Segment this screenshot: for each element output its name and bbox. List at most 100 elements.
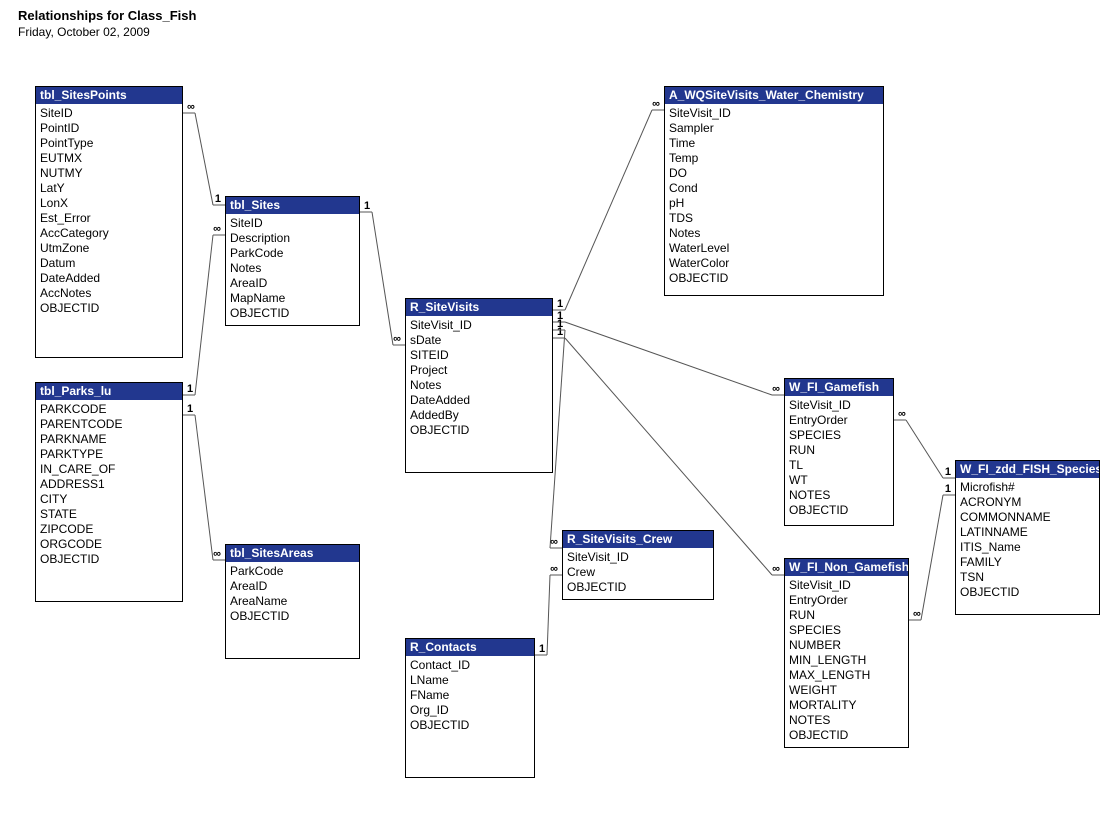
field[interactable]: Datum	[40, 256, 178, 271]
field[interactable]: MAX_LENGTH	[789, 668, 904, 683]
field[interactable]: AccNotes	[40, 286, 178, 301]
field[interactable]: SiteVisit_ID	[789, 578, 904, 593]
field[interactable]: MIN_LENGTH	[789, 653, 904, 668]
field[interactable]: PARKCODE	[40, 402, 178, 417]
field[interactable]: OBJECTID	[669, 271, 879, 286]
field[interactable]: WT	[789, 473, 889, 488]
entity-header[interactable]: R_SiteVisits	[406, 299, 552, 316]
field[interactable]: Contact_ID	[410, 658, 530, 673]
field[interactable]: IN_CARE_OF	[40, 462, 178, 477]
field[interactable]: DateAdded	[40, 271, 178, 286]
field[interactable]: SiteVisit_ID	[789, 398, 889, 413]
field[interactable]: AccCategory	[40, 226, 178, 241]
entity-W_FI_Non_Gamefish[interactable]: W_FI_Non_GamefishSiteVisit_IDEntryOrderR…	[784, 558, 909, 748]
entity-header[interactable]: tbl_SitesAreas	[226, 545, 359, 562]
field[interactable]: SITEID	[410, 348, 548, 363]
field[interactable]: COMMONNAME	[960, 510, 1095, 525]
field[interactable]: DateAdded	[410, 393, 548, 408]
field[interactable]: Sampler	[669, 121, 879, 136]
field[interactable]: OBJECTID	[410, 718, 530, 733]
field[interactable]: AreaID	[230, 276, 355, 291]
field[interactable]: SiteVisit_ID	[669, 106, 879, 121]
field[interactable]: RUN	[789, 443, 889, 458]
field[interactable]: OBJECTID	[410, 423, 548, 438]
field[interactable]: DO	[669, 166, 879, 181]
entity-R_SiteVisits_Crew[interactable]: R_SiteVisits_Crew SiteVisit_IDCrewOBJECTI…	[562, 530, 714, 600]
entity-tbl_Sites[interactable]: tbl_SitesSiteIDDescriptionParkCodeNotesA…	[225, 196, 360, 326]
field[interactable]: FName	[410, 688, 530, 703]
field[interactable]: ZIPCODE	[40, 522, 178, 537]
field[interactable]: SPECIES	[789, 428, 889, 443]
field[interactable]: sDate	[410, 333, 548, 348]
entity-tbl_SitesAreas[interactable]: tbl_SitesAreasParkCodeAreaIDAreaNameOBJE…	[225, 544, 360, 659]
field[interactable]: ACRONYM	[960, 495, 1095, 510]
field[interactable]: WaterColor	[669, 256, 879, 271]
field[interactable]: FAMILY	[960, 555, 1095, 570]
field[interactable]: ORGCODE	[40, 537, 178, 552]
field[interactable]: PointID	[40, 121, 178, 136]
field[interactable]: SPECIES	[789, 623, 904, 638]
entity-tbl_SitesPoints[interactable]: tbl_SitesPoints SiteIDPointIDPointTypeEUT…	[35, 86, 183, 358]
field[interactable]: MapName	[230, 291, 355, 306]
field[interactable]: EntryOrder	[789, 413, 889, 428]
field[interactable]: RUN	[789, 608, 904, 623]
field[interactable]: OBJECTID	[567, 580, 709, 595]
field[interactable]: Crew	[567, 565, 709, 580]
entity-header[interactable]: tbl_SitesPoints	[36, 87, 182, 104]
field[interactable]: OBJECTID	[789, 503, 889, 518]
field[interactable]: TL	[789, 458, 889, 473]
field[interactable]: ADDRESS1	[40, 477, 178, 492]
field[interactable]: PointType	[40, 136, 178, 151]
field[interactable]: OBJECTID	[960, 585, 1095, 600]
field[interactable]: PARKNAME	[40, 432, 178, 447]
field[interactable]: TDS	[669, 211, 879, 226]
field[interactable]: SiteVisit_ID	[410, 318, 548, 333]
field[interactable]: OBJECTID	[230, 306, 355, 321]
field[interactable]: Microfish#	[960, 480, 1095, 495]
field[interactable]: Notes	[410, 378, 548, 393]
entity-W_FI_Gamefish[interactable]: W_FI_Gamefish SiteVisit_IDEntryOrderSPECI…	[784, 378, 894, 526]
field[interactable]: AreaID	[230, 579, 355, 594]
field[interactable]: OBJECTID	[789, 728, 904, 743]
entity-header[interactable]: R_SiteVisits_Crew	[563, 531, 713, 548]
field[interactable]: SiteID	[230, 216, 355, 231]
entity-tbl_Parks_lu[interactable]: tbl_Parks_lu PARKCODEPARENTCODEPARKNAMEPA…	[35, 382, 183, 602]
entity-R_SiteVisits[interactable]: R_SiteVisitsSiteVisit_IDsDateSITEIDProje…	[405, 298, 553, 473]
field[interactable]: pH	[669, 196, 879, 211]
field[interactable]: UtmZone	[40, 241, 178, 256]
field[interactable]: TSN	[960, 570, 1095, 585]
entity-header[interactable]: W_FI_Non_Gamefish	[785, 559, 908, 576]
entity-W_FI_zdd_FISH_Species[interactable]: W_FI_zdd_FISH_Species Microfish#ACRONYMCO…	[955, 460, 1100, 615]
field[interactable]: LonX	[40, 196, 178, 211]
entity-header[interactable]: W_FI_Gamefish	[785, 379, 893, 396]
field[interactable]: OBJECTID	[40, 552, 178, 567]
field[interactable]: Description	[230, 231, 355, 246]
entity-header[interactable]: tbl_Sites	[226, 197, 359, 214]
field[interactable]: LatY	[40, 181, 178, 196]
field[interactable]: PARENTCODE	[40, 417, 178, 432]
entity-header[interactable]: A_WQSiteVisits_Water_Chemistry	[665, 87, 883, 104]
entity-header[interactable]: R_Contacts	[406, 639, 534, 656]
field[interactable]: AreaName	[230, 594, 355, 609]
field[interactable]: SiteVisit_ID	[567, 550, 709, 565]
field[interactable]: Notes	[669, 226, 879, 241]
field[interactable]: STATE	[40, 507, 178, 522]
field[interactable]: Temp	[669, 151, 879, 166]
field[interactable]: NOTES	[789, 488, 889, 503]
field[interactable]: WaterLevel	[669, 241, 879, 256]
field[interactable]: AddedBy	[410, 408, 548, 423]
field[interactable]: NUMBER	[789, 638, 904, 653]
entity-header[interactable]: W_FI_zdd_FISH_Species	[956, 461, 1099, 478]
field[interactable]: ITIS_Name	[960, 540, 1095, 555]
field[interactable]: Notes	[230, 261, 355, 276]
field[interactable]: WEIGHT	[789, 683, 904, 698]
field[interactable]: Est_Error	[40, 211, 178, 226]
field[interactable]: MORTALITY	[789, 698, 904, 713]
field[interactable]: EUTMX	[40, 151, 178, 166]
field[interactable]: Cond	[669, 181, 879, 196]
field[interactable]: PARKTYPE	[40, 447, 178, 462]
field[interactable]: OBJECTID	[230, 609, 355, 624]
field[interactable]: OBJECTID	[40, 301, 178, 316]
entity-header[interactable]: tbl_Parks_lu	[36, 383, 182, 400]
field[interactable]: SiteID	[40, 106, 178, 121]
